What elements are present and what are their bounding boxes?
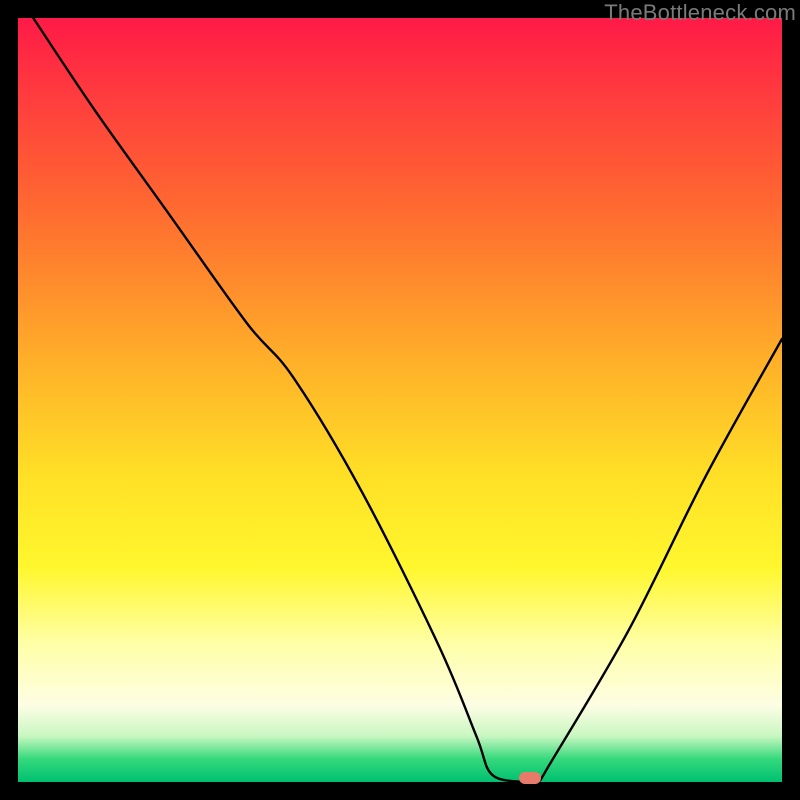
watermark-label: TheBottleneck.com (604, 0, 796, 26)
optimal-point-marker (519, 772, 541, 784)
bottleneck-curve (18, 18, 782, 782)
chart-plot-area (18, 18, 782, 782)
